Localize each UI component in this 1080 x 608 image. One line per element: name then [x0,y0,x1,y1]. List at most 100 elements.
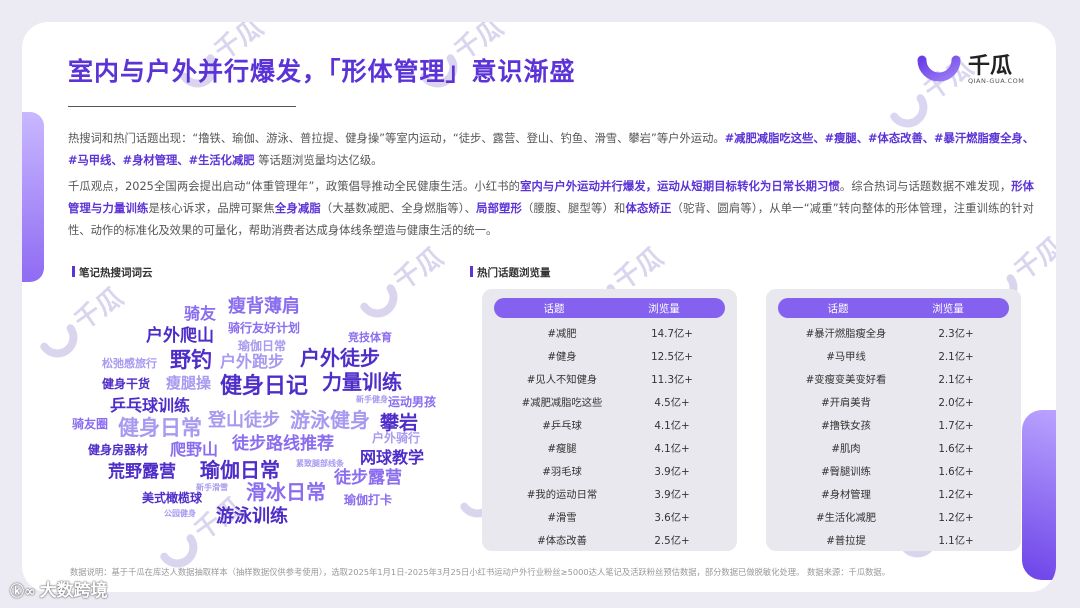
table-header: 话题 浏览量 [778,298,1009,318]
views-cell: 1.1亿+ [938,535,974,547]
views-cell: 2.1亿+ [938,351,974,363]
cloud-word: 瘦腿操 [166,374,212,392]
topic-cell: #滑雪 [547,512,577,524]
views-cell: 3.6亿+ [654,512,690,524]
cloud-word: 徒步路线推荐 [232,434,334,454]
cloud-word: 骑友 [184,304,217,323]
cloud-word: 徒步露营 [334,468,402,488]
hot-topics-label-text: 热门话题浏览量 [477,267,551,279]
p1-text-c: 等话题浏览量均达亿级。 [254,154,383,167]
header-views: 浏览量 [648,303,680,315]
cloud-word: 户外骑行 [372,431,421,445]
views-cell: 4.1亿+ [654,420,690,432]
qiangua-logo-icon [917,55,961,82]
cloud-word: 松弛感旅行 [102,357,157,370]
views-cell: 1.2亿+ [938,512,974,524]
cloud-word: 爬野山 [170,440,219,459]
table-row: #见人不知健身 11.3亿+ [494,367,725,390]
cloud-word: 瑜伽日常 [200,458,280,482]
cloud-word: 游泳健身 [290,408,370,432]
word-cloud: 骑友 瘦背薄肩 骑行友好计划 户外爬山 竞技体育 瑜伽日常 野钓 户外跑步 户外徒步 松弛感旅行健… [66,290,456,540]
cloud-word: 紧致腿部线条 [296,459,344,468]
p2-text: 千瓜观点，2025全国两会提出启动“体重管理年”，政策倡导推动全民健康生活。小红… [68,180,521,193]
topic-cell: #臀腿训练 [821,466,871,478]
views-cell: 2.5亿+ [654,535,690,547]
cloud-word: 健身房器材 [88,443,149,457]
cloud-word: 新手健身 [356,395,388,404]
cloud-word: 竞技体育 [348,331,392,344]
topic-cell: #暴汗燃脂瘦全身 [805,328,887,340]
topic-cell: #肌肉 [831,443,861,455]
topic-cell: #开肩美背 [821,397,871,409]
cloud-word: 公园健身 [164,509,196,518]
topic-cell: #撸铁女孩 [821,420,871,432]
cloud-word: 瑜伽打卡 [344,493,393,507]
table-row: #减肥减脂吃这些 4.5亿+ [494,390,725,413]
views-cell: 4.5亿+ [654,397,690,409]
cloud-word: 户外徒步 [300,346,380,370]
topic-cell: #普拉提 [826,535,866,547]
views-cell: 11.3亿+ [651,374,693,386]
views-cell: 2.3亿+ [938,328,974,340]
hot-topics-table-left: 话题 浏览量 #减肥 14.7亿+ #健身 12.5亿+ #见人不知健身 11.3亿+ #减… [482,289,737,551]
views-cell: 1.6亿+ [938,466,974,478]
topic-cell: #马甲线 [826,351,866,363]
topic-cell: #羽毛球 [542,466,582,478]
table-row: #生活化减肥 1.2亿+ [778,505,1009,528]
cloud-word: 力量训练 [322,370,402,394]
cloud-word: 户外跑步 [220,352,285,371]
hot-topics-table-right: 话题 浏览量 #暴汗燃脂瘦全身 2.3亿+ #马甲线 2.1亿+ #变瘦变美变好看 2.1… [766,289,1021,551]
p2-text: 是核心诉求，品牌可聚焦 [148,202,275,215]
cloud-word: 健身干货 [102,377,151,391]
header-views: 浏览量 [932,303,964,315]
views-cell: 2.0亿+ [938,397,974,409]
views-cell: 1.6亿+ [938,443,974,455]
header-topic: 话题 [827,303,849,315]
topic-cell: #身材管理 [821,489,871,501]
word-cloud-label: 笔记热搜词词云 [72,265,153,280]
table-row: #乒乓球 4.1亿+ [494,413,725,436]
topic-cell: #瘦腿 [547,443,577,455]
cloud-word: 游泳训练 [216,506,288,527]
cloud-word: 骑行友好计划 [228,321,301,335]
table-row: #羽毛球 3.9亿+ [494,459,725,482]
hot-topics-label: 热门话题浏览量 [470,265,551,280]
p1-text-a: 热搜词和热门话题出现：“撸铁、瑜伽、游泳、普拉提、健身操”等室内运动，“徒步、露… [68,132,725,145]
header-topic: 话题 [543,303,565,315]
cloud-word: 荒野露营 [108,462,176,482]
cloud-word: 健身日记 [220,374,309,399]
table-row: #马甲线 2.1亿+ [778,344,1009,367]
p2-text: （腰腹、腿型等）和 [522,202,626,215]
p2-highlight: 室内与户外运动并行爆发，运动从短期目标转化为日常长期习惯 [520,180,840,193]
logo-domain: QIAN-GUA.COM [968,77,1025,85]
p2-text: 。综合热词与话题数据不难发现， [839,180,1012,193]
table-row: #撸铁女孩 1.7亿+ [778,413,1009,436]
source-watermark-text: 大数跨境 [39,581,108,601]
page-title: 室内与户外并行爆发，「形体管理」意识渐盛 [68,57,576,86]
table-row: #滑雪 3.6亿+ [494,505,725,528]
insight-paragraph: 千瓜观点，2025全国两会提出启动“体重管理年”，政策倡导推动全民健康生活。小红… [68,176,1034,242]
topic-cell: #体态改善 [537,535,587,547]
table-row: #臀腿训练 1.6亿+ [778,459,1009,482]
topic-cell: #健身 [547,351,577,363]
source-watermark-mark: ⓚ∞ [10,584,36,600]
cloud-word: 骑友圈 [72,417,109,431]
table-row: #肌肉 1.6亿+ [778,436,1009,459]
topic-cell: #减肥 [547,328,577,340]
watermark-text: 千瓜 [389,242,449,297]
cloud-word: 登山徒步 [208,410,280,431]
cloud-word: 运动男孩 [388,395,437,409]
cloud-word: 健身日常 [118,416,202,440]
cloud-word: 瘦背薄肩 [228,296,300,317]
topic-cell: #乒乓球 [542,420,582,432]
topic-cell: #变瘦变美变好看 [805,374,887,386]
views-cell: 3.9亿+ [654,489,690,501]
source-watermark: ⓚ∞ 大数跨境 [10,576,108,601]
cloud-word: 户外爬山 [146,326,214,346]
cloud-word: 野钓 [170,348,212,372]
logo-name: 千瓜 [968,54,1013,79]
word-cloud-label-text: 笔记热搜词词云 [79,267,153,279]
cloud-word: 瑜伽日常 [238,339,287,353]
title-underline [68,106,296,107]
table-row: #身材管理 1.2亿+ [778,482,1009,505]
